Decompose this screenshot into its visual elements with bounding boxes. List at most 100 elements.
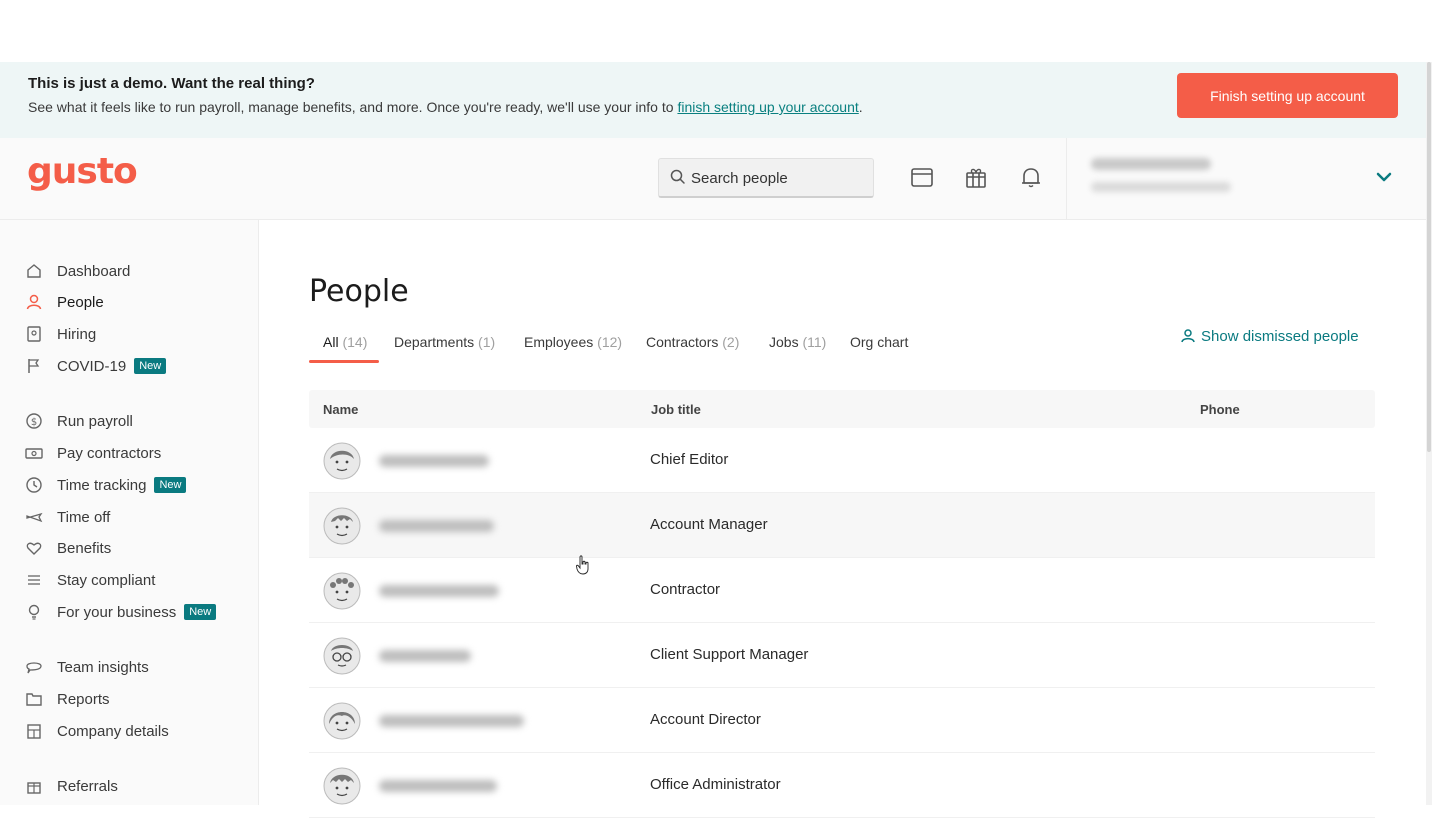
banner-text: See what it feels like to run payroll, m… xyxy=(28,99,863,115)
avatar xyxy=(323,767,361,805)
sidebar-item-team-insights[interactable]: Team insights xyxy=(24,655,149,679)
employee-name-redacted xyxy=(379,715,524,727)
sidebar-item-label: Stay compliant xyxy=(57,571,156,589)
sidebar-item-stay-compliant[interactable]: Stay compliant xyxy=(24,568,155,592)
demo-banner: This is just a demo. Want the real thing… xyxy=(0,62,1426,138)
user-company-redacted xyxy=(1091,182,1231,192)
tab-departments[interactable]: Departments (1) xyxy=(394,334,495,350)
bell-icon[interactable] xyxy=(1018,164,1044,190)
finish-setup-link[interactable]: finish setting up your account xyxy=(677,99,858,115)
job-title: Office Administrator xyxy=(650,776,781,793)
tab-employees[interactable]: Employees (12) xyxy=(524,334,622,350)
tab-contractors[interactable]: Contractors (2) xyxy=(646,334,739,350)
building-icon xyxy=(27,724,41,739)
sidebar-item-run-payroll[interactable]: $ Run payroll xyxy=(24,409,133,433)
sidebar-item-label: Team insights xyxy=(57,658,149,676)
employee-name-redacted xyxy=(379,520,494,532)
banner-text-after: . xyxy=(858,99,863,115)
sidebar-item-label: Pay contractors xyxy=(57,444,162,462)
gusto-logo[interactable]: gusto xyxy=(27,151,138,192)
banner-text-before: See what it feels like to run payroll, m… xyxy=(28,99,678,115)
dollar-icon: $ xyxy=(26,413,42,429)
sidebar-item-time-tracking[interactable]: Time tracking New xyxy=(24,473,187,497)
sidebar-item-for-your-business[interactable]: For your business New xyxy=(24,600,217,624)
sidebar-item-dashboard[interactable]: Dashboard xyxy=(24,259,130,283)
job-title: Client Support Manager xyxy=(650,646,809,663)
hand-cursor-icon xyxy=(576,555,589,575)
clock-icon xyxy=(26,477,42,493)
tab-jobs[interactable]: Jobs (11) xyxy=(769,334,826,350)
show-dismissed-label: Show dismissed people xyxy=(1201,327,1359,345)
account-menu[interactable] xyxy=(1066,138,1426,220)
sidebar-item-label: Referrals xyxy=(57,777,118,795)
calendar-icon[interactable] xyxy=(909,164,935,190)
table-header: Name Job title Phone xyxy=(309,390,1375,428)
sidebar-item-label: COVID-19 xyxy=(57,357,127,375)
sidebar-item-label: Time tracking xyxy=(57,476,147,494)
finish-setup-button[interactable]: Finish setting up account xyxy=(1177,73,1398,118)
column-header-name[interactable]: Name xyxy=(323,402,358,417)
tab-all[interactable]: All (14) xyxy=(323,334,367,350)
avatar xyxy=(323,507,361,545)
gift-icon[interactable] xyxy=(963,164,989,190)
search-box[interactable] xyxy=(658,158,874,198)
employee-name-redacted xyxy=(379,455,489,467)
employee-name-redacted xyxy=(379,780,497,792)
gift-icon xyxy=(27,782,41,794)
avatar xyxy=(323,442,361,480)
search-input[interactable] xyxy=(691,167,866,189)
tab-count: (2) xyxy=(722,334,740,350)
heart-icon xyxy=(26,542,42,555)
table-row[interactable]: Client Support Manager xyxy=(309,623,1375,688)
table-row[interactable]: Account Manager xyxy=(309,493,1375,558)
new-badge: New xyxy=(134,358,167,374)
sidebar-item-hiring[interactable]: Hiring xyxy=(24,322,96,346)
page-scrollbar[interactable] xyxy=(1426,62,1432,805)
avatar xyxy=(323,572,361,610)
tab-label: Employees xyxy=(524,334,594,350)
table-row[interactable]: Office Administrator xyxy=(309,753,1375,818)
new-badge: New xyxy=(154,477,187,493)
plane-icon xyxy=(26,512,43,523)
tab-org-chart[interactable]: Org chart xyxy=(850,334,908,350)
sidebar-item-people[interactable]: People xyxy=(24,290,104,314)
search-icon xyxy=(670,169,685,184)
chevron-down-icon[interactable] xyxy=(1373,166,1395,188)
column-header-phone[interactable]: Phone xyxy=(1200,402,1240,417)
sidebar-item-label: People xyxy=(57,293,104,311)
sidebar-item-covid-19[interactable]: COVID-19 New xyxy=(24,354,167,378)
sidebar-item-reports[interactable]: Reports xyxy=(24,687,110,711)
column-header-job-title[interactable]: Job title xyxy=(651,402,701,417)
job-title: Chief Editor xyxy=(650,451,729,468)
job-title: Contractor xyxy=(650,581,721,598)
sidebar-item-benefits[interactable]: Benefits xyxy=(24,536,111,560)
person-icon xyxy=(1181,329,1195,343)
employee-name-redacted xyxy=(379,585,499,597)
scrollbar-thumb[interactable] xyxy=(1427,62,1431,452)
sidebar-item-company-details[interactable]: Company details xyxy=(24,719,169,743)
employee-name-redacted xyxy=(379,650,471,662)
list-icon xyxy=(28,575,40,585)
chat-icon xyxy=(26,662,42,674)
main-content: People All (14) Departments (1) Employee… xyxy=(260,220,1426,818)
sidebar-item-referrals[interactable]: Referrals xyxy=(24,774,118,798)
avatar xyxy=(323,702,361,740)
sidebar-item-pay-contractors[interactable]: Pay contractors xyxy=(24,441,161,465)
tab-label: Contractors xyxy=(646,334,719,350)
user-name-redacted xyxy=(1091,158,1211,170)
job-title: Account Director xyxy=(650,711,761,728)
money-icon xyxy=(25,448,43,459)
sidebar-item-time-off[interactable]: Time off xyxy=(24,505,110,529)
avatar xyxy=(323,637,361,675)
bulb-icon xyxy=(28,604,40,620)
table-row[interactable]: Contractor xyxy=(309,558,1375,623)
sidebar-item-label: Time off xyxy=(57,508,111,526)
tab-count: (1) xyxy=(478,334,496,350)
table-row[interactable]: Account Director xyxy=(309,688,1375,753)
tab-label: Jobs xyxy=(769,334,799,350)
tab-label: All xyxy=(323,334,339,350)
sidebar-item-label: Run payroll xyxy=(57,412,133,430)
show-dismissed-people-link[interactable]: Show dismissed people xyxy=(1179,327,1359,345)
table-row[interactable]: Chief Editor xyxy=(309,428,1375,493)
sidebar: Dashboard People Hiring COVID-19 New $ R… xyxy=(0,220,259,805)
